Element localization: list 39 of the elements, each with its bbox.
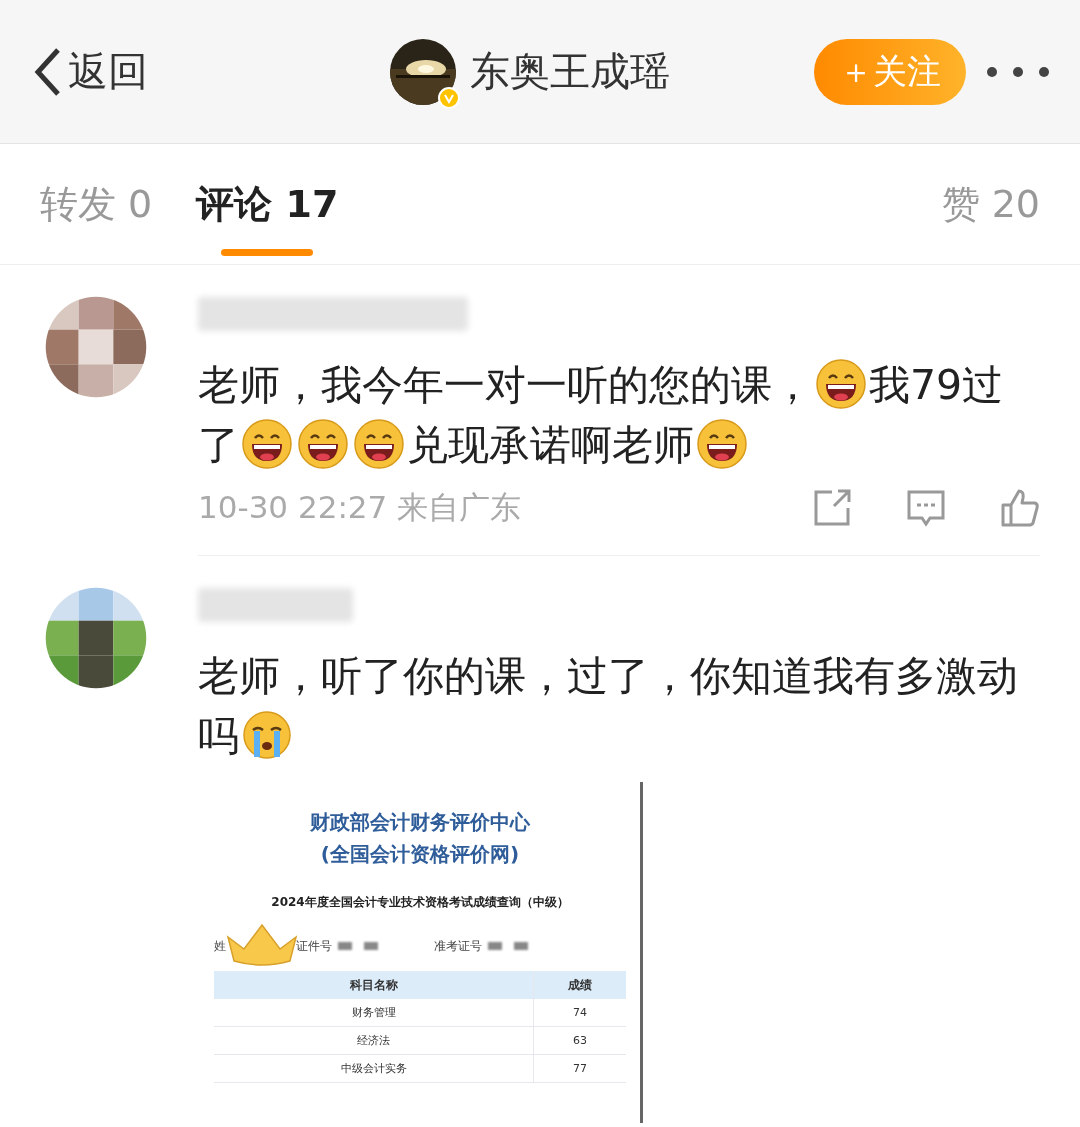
comment-text: 吗 (198, 712, 239, 760)
laughing-emoji-icon (816, 359, 866, 409)
laughing-emoji-icon (354, 419, 404, 469)
tab[interactable]: 评论 17 (196, 144, 339, 264)
comment-icon[interactable] (906, 488, 946, 528)
crying-emoji-icon (242, 710, 292, 760)
blurred-value (488, 942, 502, 950)
comment-text: 兑现承诺啊老师 (407, 421, 694, 469)
share-icon[interactable] (812, 488, 852, 528)
comment-text: 老师，我今年一对一听的您的课， (198, 361, 813, 409)
field-label: 证件号 (296, 937, 332, 955)
table-cell: 63 (533, 1026, 626, 1055)
account-name: 东奥王成瑶 (470, 47, 670, 96)
table-cell: 财务管理 (214, 999, 534, 1027)
report-heading: 2024年度全国会计专业技术资格考试成绩查询（中级） (271, 894, 569, 911)
report-subtitle: (全国会计资格评价网) (320, 841, 520, 868)
more-icon[interactable] (986, 64, 1050, 79)
table-cell: 74 (533, 999, 626, 1027)
like-icon[interactable] (1000, 488, 1040, 528)
blurred-value (514, 942, 528, 950)
comment-meta: 10-30 22:27 来自广东 (198, 488, 522, 527)
table-cell: 经济法 (214, 1026, 534, 1055)
comment-text: 老师，听了你的课，过了，你知道我有多激动 (198, 652, 1018, 700)
column-header: 成绩 (533, 971, 626, 999)
laughing-emoji-icon (697, 419, 747, 469)
field-label: 姓 (214, 937, 226, 955)
report-title: 财政部会计财务评价中心 (310, 809, 530, 836)
laughing-emoji-icon (242, 419, 292, 469)
back-button[interactable]: 返回 (30, 44, 390, 99)
table-cell: 77 (533, 1054, 626, 1083)
laughing-emoji-icon (298, 419, 348, 469)
table-cell: 中级会计实务 (214, 1054, 534, 1083)
column-header: 科目名称 (214, 971, 534, 999)
score-report-image[interactable]: 财政部会计财务评价中心 (全国会计资格评价网) 2024年度全国会计专业技术资格考试成绩查询（中级） 姓 证件号 准考证号 科目名称 成绩 财务管理 74 经济法 63 中级会计实务 77 (198, 782, 643, 1123)
blurred-value (338, 942, 352, 950)
comment-text: 了 (198, 421, 239, 469)
blurred-value (364, 942, 378, 950)
field-label: 准考证号 (434, 937, 482, 955)
comment-text: 我79过 (869, 361, 1004, 409)
